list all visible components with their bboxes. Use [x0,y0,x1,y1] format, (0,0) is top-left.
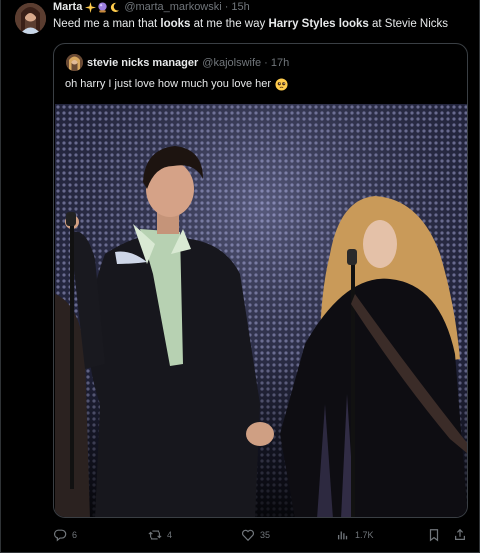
separator-dot: · [264,56,268,69]
bookmark-button[interactable] [427,527,441,543]
repost-icon [148,530,162,540]
tweet-text-bold: looks [160,18,191,30]
views-button[interactable]: 1.7K [336,527,374,543]
quoted-tweet-photo[interactable] [55,104,467,517]
like-button[interactable]: 35 [241,527,270,543]
author-name[interactable]: Marta [53,0,82,14]
reply-icon [53,529,67,542]
share-button[interactable] [453,527,467,543]
repost-button[interactable]: 4 [148,527,172,543]
quoted-tweet-text-body: oh harry I just love how much you love h… [65,78,272,90]
quoted-author-name[interactable]: stevie nicks manager [87,57,198,69]
tweet-actions: 6 4 35 1.7K [53,527,471,543]
quoted-tweet[interactable]: stevie nicks manager @kajolswife · 17h o… [53,43,468,518]
quoted-tweet-time[interactable]: 17h [271,57,289,69]
quoted-tweet-header: stevie nicks manager @kajolswife · 17h [87,55,289,70]
sparkles-icon [85,1,97,13]
name-emojis [85,1,120,13]
author-handle[interactable]: @marta_markowski [124,0,221,14]
crystal-ball-icon [98,1,107,13]
tweet-text-part: Need me a man that [53,18,161,30]
quoted-tweet-text: oh harry I just love how much you love h… [65,77,288,92]
bookmark-icon [429,529,439,542]
moon-icon [111,2,120,12]
reply-count: 6 [72,530,78,540]
tweet-time[interactable]: 15h [231,0,249,14]
quoted-author-handle[interactable]: @kajolswife [202,57,261,69]
quoted-author-avatar[interactable] [66,54,83,71]
reply-button[interactable]: 6 [53,527,77,543]
tweet-text-part: at me the way [190,18,269,30]
tweet-text-part: at Stevie Nicks [368,18,449,30]
separator-dot: · [224,1,229,13]
heart-icon [241,529,255,542]
tweet-header: Marta @marta_markowski · 15h [53,0,250,14]
tweet-text-bold: Harry Styles looks [268,18,369,30]
views-icon [337,531,348,540]
pleading-face-icon [275,78,288,91]
tweet-text: Need me a man that looks at me the way H… [53,17,448,32]
share-icon [455,528,465,540]
author-avatar[interactable] [15,3,46,34]
repost-count: 4 [167,530,173,540]
like-count: 35 [260,530,271,540]
tweet-container: Marta @marta_markowski · 15h Need me a m… [0,0,480,553]
view-count: 1.7K [355,530,374,540]
